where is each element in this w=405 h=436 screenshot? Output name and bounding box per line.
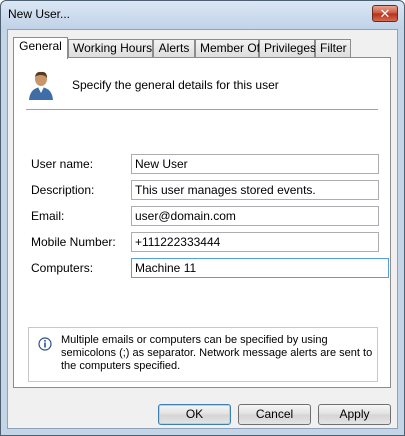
title-bar[interactable]: New User... ✕ xyxy=(1,1,404,29)
new-user-dialog: New User... ✕ General Working Hours Aler… xyxy=(0,0,405,436)
dialog-client-area: General Working Hours Alerts Member Of P… xyxy=(7,29,398,429)
user-icon xyxy=(29,71,53,100)
computers-input[interactable] xyxy=(131,258,389,278)
info-icon xyxy=(38,337,52,351)
info-box: Multiple emails or computers can be spec… xyxy=(28,327,378,382)
tab-filter[interactable]: Filter xyxy=(315,39,351,58)
username-input[interactable] xyxy=(131,154,379,174)
close-icon: ✕ xyxy=(379,6,391,21)
cancel-button[interactable]: Cancel xyxy=(238,404,311,425)
info-text: Multiple emails or computers can be spec… xyxy=(61,334,373,372)
tab-member-of[interactable]: Member Of xyxy=(195,39,260,58)
general-tab-panel: Specify the general details for this use… xyxy=(13,57,391,388)
description-input[interactable] xyxy=(131,180,379,200)
close-button[interactable]: ✕ xyxy=(372,5,398,22)
tab-privileges[interactable]: Privileges xyxy=(259,39,316,58)
apply-button[interactable]: Apply xyxy=(318,404,391,425)
tab-general[interactable]: General xyxy=(13,37,68,59)
description-label: Description: xyxy=(31,183,95,197)
email-input[interactable] xyxy=(131,206,379,226)
divider xyxy=(26,109,378,110)
username-label: User name: xyxy=(31,157,94,171)
window-title: New User... xyxy=(8,7,71,21)
ok-button[interactable]: OK xyxy=(158,404,231,425)
tab-working-hours[interactable]: Working Hours xyxy=(68,39,153,58)
email-label: Email: xyxy=(31,209,65,223)
mobile-number-input[interactable] xyxy=(131,232,379,252)
computers-label: Computers: xyxy=(31,261,94,275)
tab-alerts[interactable]: Alerts xyxy=(153,39,195,58)
section-header: Specify the general details for this use… xyxy=(72,78,279,92)
mobile-number-label: Mobile Number: xyxy=(31,235,116,249)
